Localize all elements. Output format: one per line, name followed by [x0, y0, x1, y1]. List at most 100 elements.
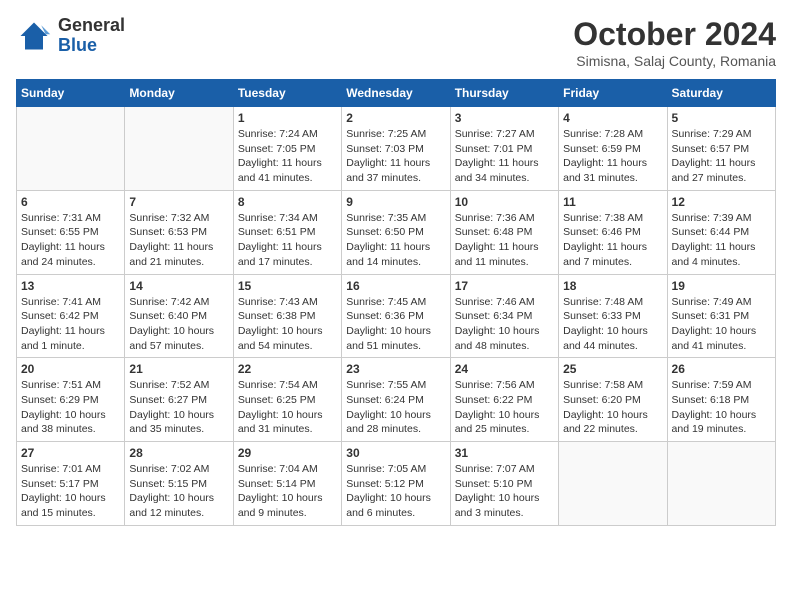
day-info: Sunrise: 7:07 AM Sunset: 5:10 PM Dayligh…	[455, 462, 554, 521]
day-number: 14	[129, 279, 228, 293]
table-row: 14 Sunrise: 7:42 AM Sunset: 6:40 PM Dayli…	[125, 274, 233, 358]
day-info: Sunrise: 7:29 AM Sunset: 6:57 PM Dayligh…	[672, 127, 771, 186]
table-row: 24Sunrise: 7:56 AM Sunset: 6:22 PM Dayli…	[450, 358, 558, 442]
day-info: Sunrise: 7:02 AM Sunset: 5:15 PM Dayligh…	[129, 462, 228, 521]
day-info: Sunrise: 7:58 AM Sunset: 6:20 PM Dayligh…	[563, 378, 662, 437]
day-info: Sunrise: 7:59 AM Sunset: 6:18 PM Dayligh…	[672, 378, 771, 437]
day-number: 29	[238, 446, 337, 460]
day-number: 12	[672, 195, 771, 209]
day-number: 1	[238, 111, 337, 125]
day-info: Sunrise: 7:25 AM Sunset: 7:03 PM Dayligh…	[346, 127, 445, 186]
table-row: 12 Sunrise: 7:39 AM Sunset: 6:44 PM Dayli…	[667, 190, 775, 274]
month-title: October 2024	[573, 16, 776, 53]
table-row: 6Sunrise: 7:31 AM Sunset: 6:55 PM Daylig…	[17, 190, 125, 274]
calendar-table: Sunday Monday Tuesday Wednesday Thursday…	[16, 79, 776, 526]
day-info: Sunrise: 7:36 AM Sunset: 6:48 PM Dayligh…	[455, 211, 554, 270]
table-row: 9 Sunrise: 7:35 AM Sunset: 6:50 PM Daylig…	[342, 190, 450, 274]
table-row: 13 Sunrise: 7:41 AM Sunset: 6:42 PM Dayli…	[17, 274, 125, 358]
day-number: 4	[563, 111, 662, 125]
col-saturday: Saturday	[667, 80, 775, 107]
table-row: 18 Sunrise: 7:48 AM Sunset: 6:33 PM Dayli…	[559, 274, 667, 358]
table-row: 30 Sunrise: 7:05 AM Sunset: 5:12 PM Dayli…	[342, 442, 450, 526]
table-row: 8 Sunrise: 7:34 AM Sunset: 6:51 PM Daylig…	[233, 190, 341, 274]
table-row	[667, 442, 775, 526]
day-number: 31	[455, 446, 554, 460]
day-number: 20	[21, 362, 120, 376]
day-info: Sunrise: 7:54 AM Sunset: 6:25 PM Dayligh…	[238, 378, 337, 437]
day-info: Sunrise: 7:28 AM Sunset: 6:59 PM Dayligh…	[563, 127, 662, 186]
table-row: 27 Sunrise: 7:01 AM Sunset: 5:17 PM Dayli…	[17, 442, 125, 526]
day-info: Sunrise: 7:05 AM Sunset: 5:12 PM Dayligh…	[346, 462, 445, 521]
table-row: 29 Sunrise: 7:04 AM Sunset: 5:14 PM Dayli…	[233, 442, 341, 526]
day-number: 11	[563, 195, 662, 209]
calendar-week-row: 1Sunrise: 7:24 AM Sunset: 7:05 PM Daylig…	[17, 107, 776, 191]
day-info: Sunrise: 7:55 AM Sunset: 6:24 PM Dayligh…	[346, 378, 445, 437]
day-number: 16	[346, 279, 445, 293]
day-number: 3	[455, 111, 554, 125]
day-number: 27	[21, 446, 120, 460]
day-info: Sunrise: 7:34 AM Sunset: 6:51 PM Dayligh…	[238, 211, 337, 270]
day-info: Sunrise: 7:42 AM Sunset: 6:40 PM Dayligh…	[129, 295, 228, 354]
day-info: Sunrise: 7:04 AM Sunset: 5:14 PM Dayligh…	[238, 462, 337, 521]
location: Simisna, Salaj County, Romania	[573, 53, 776, 69]
col-wednesday: Wednesday	[342, 80, 450, 107]
table-row: 10 Sunrise: 7:36 AM Sunset: 6:48 PM Dayli…	[450, 190, 558, 274]
day-number: 24	[455, 362, 554, 376]
day-info: Sunrise: 7:41 AM Sunset: 6:42 PM Dayligh…	[21, 295, 120, 354]
table-row	[125, 107, 233, 191]
day-info: Sunrise: 7:48 AM Sunset: 6:33 PM Dayligh…	[563, 295, 662, 354]
day-info: Sunrise: 7:38 AM Sunset: 6:46 PM Dayligh…	[563, 211, 662, 270]
table-row: 21 Sunrise: 7:52 AM Sunset: 6:27 PM Dayli…	[125, 358, 233, 442]
table-row: 3 Sunrise: 7:27 AM Sunset: 7:01 PM Daylig…	[450, 107, 558, 191]
logo: General Blue	[16, 16, 125, 56]
col-thursday: Thursday	[450, 80, 558, 107]
day-number: 21	[129, 362, 228, 376]
table-row: 19 Sunrise: 7:49 AM Sunset: 6:31 PM Dayli…	[667, 274, 775, 358]
table-row: 25Sunrise: 7:58 AM Sunset: 6:20 PM Dayli…	[559, 358, 667, 442]
day-number: 22	[238, 362, 337, 376]
day-number: 8	[238, 195, 337, 209]
table-row	[559, 442, 667, 526]
day-number: 18	[563, 279, 662, 293]
col-friday: Friday	[559, 80, 667, 107]
table-row: 23Sunrise: 7:55 AM Sunset: 6:24 PM Dayli…	[342, 358, 450, 442]
page-header: General Blue October 2024 Simisna, Salaj…	[16, 16, 776, 69]
table-row: 31 Sunrise: 7:07 AM Sunset: 5:10 PM Dayli…	[450, 442, 558, 526]
day-number: 17	[455, 279, 554, 293]
day-number: 9	[346, 195, 445, 209]
calendar-week-row: 20 Sunrise: 7:51 AM Sunset: 6:29 PM Dayli…	[17, 358, 776, 442]
day-info: Sunrise: 7:31 AM Sunset: 6:55 PM Dayligh…	[21, 211, 120, 270]
day-number: 10	[455, 195, 554, 209]
day-info: Sunrise: 7:39 AM Sunset: 6:44 PM Dayligh…	[672, 211, 771, 270]
table-row: 7 Sunrise: 7:32 AM Sunset: 6:53 PM Daylig…	[125, 190, 233, 274]
col-tuesday: Tuesday	[233, 80, 341, 107]
day-number: 30	[346, 446, 445, 460]
day-number: 2	[346, 111, 445, 125]
day-info: Sunrise: 7:49 AM Sunset: 6:31 PM Dayligh…	[672, 295, 771, 354]
col-sunday: Sunday	[17, 80, 125, 107]
day-number: 7	[129, 195, 228, 209]
day-info: Sunrise: 7:32 AM Sunset: 6:53 PM Dayligh…	[129, 211, 228, 270]
logo-text: General Blue	[58, 16, 125, 56]
day-info: Sunrise: 7:01 AM Sunset: 5:17 PM Dayligh…	[21, 462, 120, 521]
table-row: 20 Sunrise: 7:51 AM Sunset: 6:29 PM Dayli…	[17, 358, 125, 442]
table-row: 26 Sunrise: 7:59 AM Sunset: 6:18 PM Dayli…	[667, 358, 775, 442]
day-info: Sunrise: 7:52 AM Sunset: 6:27 PM Dayligh…	[129, 378, 228, 437]
col-monday: Monday	[125, 80, 233, 107]
day-info: Sunrise: 7:45 AM Sunset: 6:36 PM Dayligh…	[346, 295, 445, 354]
table-row: 15Sunrise: 7:43 AM Sunset: 6:38 PM Dayli…	[233, 274, 341, 358]
table-row: 2 Sunrise: 7:25 AM Sunset: 7:03 PM Daylig…	[342, 107, 450, 191]
table-row: 11 Sunrise: 7:38 AM Sunset: 6:46 PM Dayli…	[559, 190, 667, 274]
day-number: 5	[672, 111, 771, 125]
day-number: 13	[21, 279, 120, 293]
calendar-week-row: 13 Sunrise: 7:41 AM Sunset: 6:42 PM Dayli…	[17, 274, 776, 358]
day-info: Sunrise: 7:27 AM Sunset: 7:01 PM Dayligh…	[455, 127, 554, 186]
day-number: 19	[672, 279, 771, 293]
title-block: October 2024 Simisna, Salaj County, Roma…	[573, 16, 776, 69]
day-info: Sunrise: 7:35 AM Sunset: 6:50 PM Dayligh…	[346, 211, 445, 270]
calendar-week-row: 27 Sunrise: 7:01 AM Sunset: 5:17 PM Dayli…	[17, 442, 776, 526]
day-number: 26	[672, 362, 771, 376]
day-info: Sunrise: 7:43 AM Sunset: 6:38 PM Dayligh…	[238, 295, 337, 354]
day-info: Sunrise: 7:51 AM Sunset: 6:29 PM Dayligh…	[21, 378, 120, 437]
calendar-header-row: Sunday Monday Tuesday Wednesday Thursday…	[17, 80, 776, 107]
